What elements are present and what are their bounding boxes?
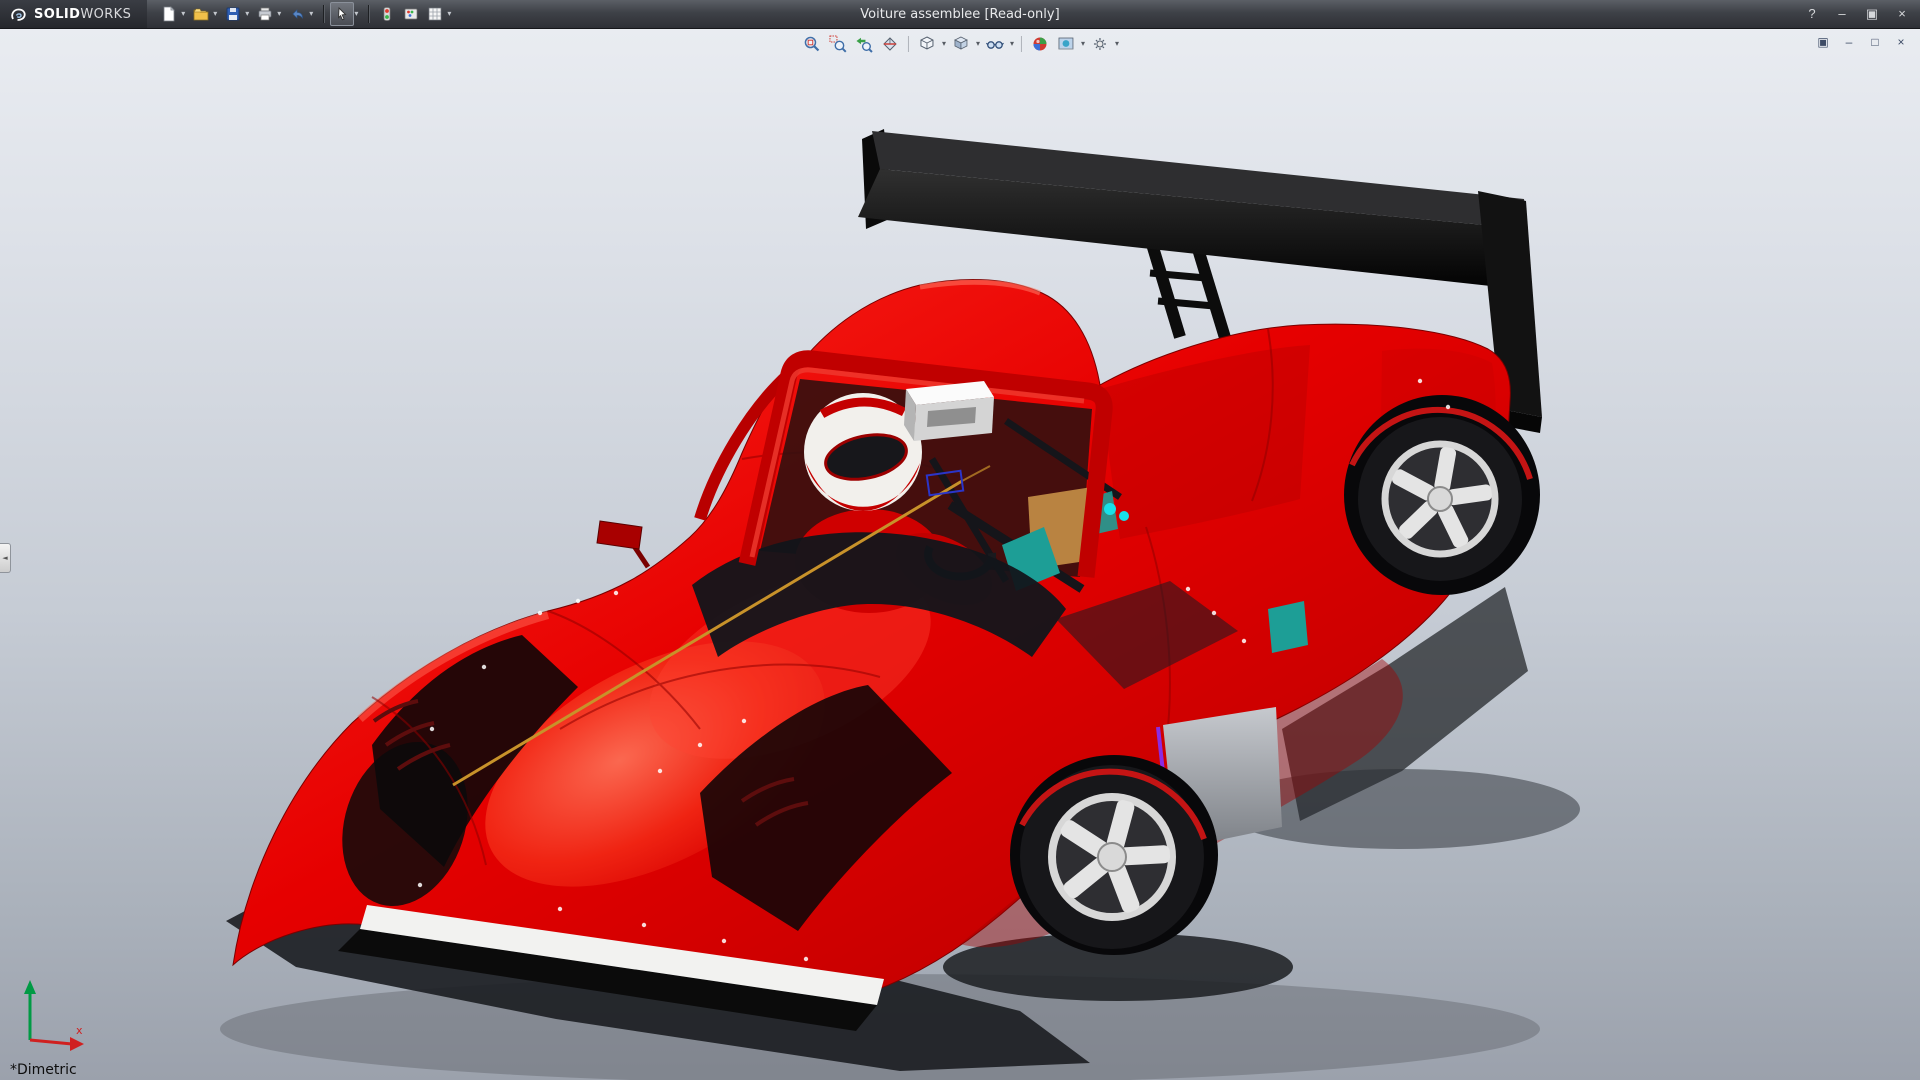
hide-show-dropdown-icon[interactable]: ▾ — [1010, 40, 1014, 48]
panel-collapse-arrow-icon: ◄ — [2, 555, 7, 562]
main-toolbar: ▾ ▾ ▾ ▾ ▾ ▾ — [147, 2, 455, 26]
select-dropdown-icon[interactable]: ▾ — [354, 10, 358, 18]
view-settings-dropdown-icon[interactable]: ▾ — [1115, 40, 1119, 48]
options-grid-icon — [427, 6, 443, 22]
toolbar-separator — [368, 5, 369, 23]
titlebar: SOLIDWORKS ▾ ▾ ▾ ▾ ▾ ▾ — [0, 0, 1920, 29]
close-button[interactable]: × — [1892, 4, 1912, 24]
graphics-area[interactable]: ▾ ▾ ▾ ▾ ▾ ▣ – □ × ◄ — [0, 29, 1920, 1080]
edit-color-button[interactable] — [399, 2, 423, 26]
rebuild-traffic-light-icon — [379, 6, 395, 22]
select-button[interactable] — [330, 2, 354, 26]
select-cursor-icon — [334, 6, 350, 22]
shaded-cube-icon — [952, 35, 970, 53]
heads-up-view-toolbar: ▾ ▾ ▾ ▾ ▾ — [800, 33, 1120, 55]
maximize-button[interactable]: ▣ — [1862, 4, 1882, 24]
new-document-dropdown-icon[interactable]: ▾ — [181, 10, 185, 18]
display-style-button[interactable] — [949, 33, 973, 55]
open-button[interactable] — [189, 2, 213, 26]
save-button[interactable] — [221, 2, 245, 26]
hud-separator — [908, 36, 909, 52]
minimize-document-window-button[interactable]: – — [1840, 34, 1858, 50]
solidworks-logo: SOLIDWORKS — [0, 0, 147, 28]
view-orientation-button[interactable] — [915, 33, 939, 55]
edit-color-icon — [403, 6, 419, 22]
undo-dropdown-icon[interactable]: ▾ — [309, 10, 313, 18]
scene-backdrop-icon — [1057, 35, 1075, 53]
brand-text: SOLIDWORKS — [34, 7, 131, 22]
printer-icon — [257, 6, 273, 22]
options-dropdown-icon[interactable]: ▾ — [447, 10, 451, 18]
dassault-systemes-logo-icon — [8, 6, 28, 23]
left-mirror[interactable] — [597, 521, 648, 567]
magnifier-back-icon — [855, 35, 873, 53]
triad-y-arrow — [24, 980, 36, 994]
section-view-button[interactable] — [878, 33, 902, 55]
undo-arrow-icon — [289, 6, 305, 22]
view-orientation-dropdown-icon[interactable]: ▾ — [942, 40, 946, 48]
gear-icon — [1091, 35, 1109, 53]
print-dropdown-icon[interactable]: ▾ — [277, 10, 281, 18]
save-dropdown-icon[interactable]: ▾ — [245, 10, 249, 18]
brand-solid: SOLID — [34, 7, 80, 22]
help-button[interactable]: ? — [1802, 4, 1822, 24]
rebuild-button[interactable] — [375, 2, 399, 26]
new-document-button[interactable] — [157, 2, 181, 26]
toolbar-separator — [323, 5, 324, 23]
new-document-icon — [161, 6, 177, 22]
reference-triad: x — [14, 974, 98, 1058]
hud-separator — [1021, 36, 1022, 52]
model-voiture-assemblee[interactable] — [0, 29, 1920, 1080]
hide-show-items-button[interactable] — [983, 33, 1007, 55]
close-document-window-button[interactable]: × — [1892, 34, 1910, 50]
window-controls: ? – ▣ × — [1802, 0, 1912, 28]
minimize-button[interactable]: – — [1832, 4, 1852, 24]
rear-right-wheel[interactable] — [1344, 395, 1540, 595]
cube-outline-icon — [918, 35, 936, 53]
previous-view-button[interactable] — [852, 33, 876, 55]
apply-scene-button[interactable] — [1054, 33, 1078, 55]
color-ball-icon — [1031, 35, 1049, 53]
display-style-dropdown-icon[interactable]: ▾ — [976, 40, 980, 48]
open-dropdown-icon[interactable]: ▾ — [213, 10, 217, 18]
mirror-pod[interactable] — [904, 381, 994, 441]
brand-works: WORKS — [80, 7, 131, 22]
edit-appearance-button[interactable] — [1028, 33, 1052, 55]
zoom-to-area-button[interactable] — [826, 33, 850, 55]
eyeglasses-icon — [986, 35, 1004, 53]
view-settings-button[interactable] — [1088, 33, 1112, 55]
front-right-wheel[interactable] — [1010, 755, 1218, 955]
magnifier-icon — [803, 35, 821, 53]
zoom-to-fit-button[interactable] — [800, 33, 824, 55]
section-cut-icon — [881, 35, 899, 53]
document-window-controls: ▣ – □ × — [1814, 34, 1910, 50]
undo-button[interactable] — [285, 2, 309, 26]
open-folder-icon — [193, 6, 209, 22]
triad-x-axis — [30, 1040, 72, 1044]
triad-x-arrow — [70, 1037, 84, 1051]
side-intake-teal — [1268, 601, 1308, 653]
triad-x-label: x — [76, 1024, 83, 1037]
save-floppy-icon — [225, 6, 241, 22]
view-orientation-label: *Dimetric — [10, 1062, 77, 1078]
apply-scene-dropdown-icon[interactable]: ▾ — [1081, 40, 1085, 48]
print-button[interactable] — [253, 2, 277, 26]
restore-document-window-button[interactable]: ▣ — [1814, 34, 1832, 50]
featuremanager-collapse-tab[interactable]: ◄ — [0, 543, 11, 573]
maximize-document-window-button[interactable]: □ — [1866, 34, 1884, 50]
solidworks-app: SOLIDWORKS ▾ ▾ ▾ ▾ ▾ ▾ — [0, 0, 1920, 1080]
options-button[interactable] — [423, 2, 447, 26]
magnifier-area-icon — [829, 35, 847, 53]
